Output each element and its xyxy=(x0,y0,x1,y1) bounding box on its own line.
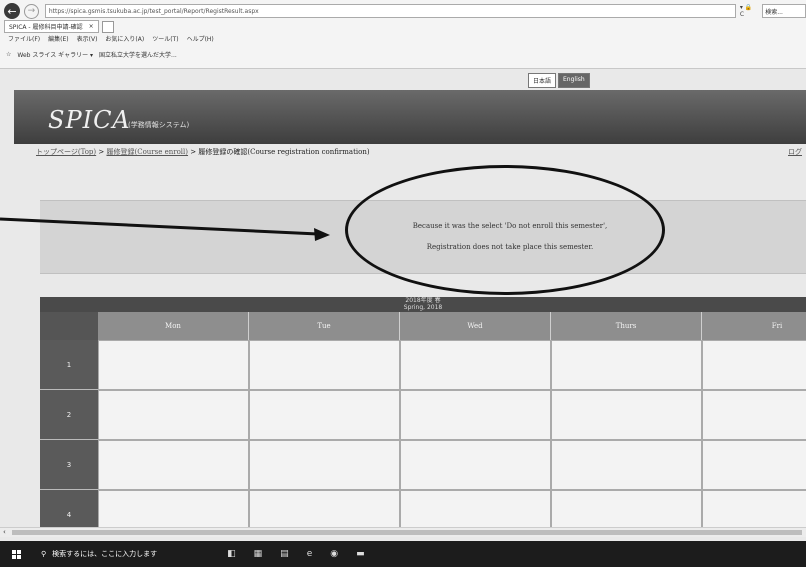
day-header-fri: Fri xyxy=(702,312,806,340)
breadcrumb: トップページ(Top) > 履修登録(Course enroll) > 履修登録… xyxy=(36,148,370,156)
timetable-title: 2018年度 春 Spring, 2018 xyxy=(40,297,806,312)
app-icon-1[interactable]: ▦ xyxy=(254,549,263,559)
timetable-cell[interactable] xyxy=(702,390,806,440)
breadcrumb-course-enroll[interactable]: 履修登録(Course enroll) xyxy=(106,148,188,156)
period-3: 3 xyxy=(40,440,98,490)
timetable-cell[interactable] xyxy=(551,390,702,440)
app-icon-2[interactable]: ▤ xyxy=(280,549,289,559)
timetable-cell[interactable] xyxy=(702,490,806,527)
timetable-cell[interactable] xyxy=(400,440,551,490)
language-switch: 日本語 English xyxy=(528,73,590,88)
taskbar-search[interactable]: ⚲ 検索するには、ここに入力します xyxy=(41,549,157,559)
timetable-cell[interactable] xyxy=(551,340,702,390)
annotation-oval xyxy=(345,165,665,295)
spica-logo: SPICA xyxy=(48,106,131,134)
browser-chrome: ← → https://spica.gsmis.tsukuba.ac.jp/te… xyxy=(0,0,806,69)
browser-tab[interactable]: SPICA - 履修科目申請-確認 × xyxy=(4,20,99,33)
windows-start-icon[interactable] xyxy=(12,549,21,559)
timetable-cell[interactable] xyxy=(551,490,702,527)
explorer-icon[interactable]: ▬ xyxy=(356,549,365,559)
period-2: 2 xyxy=(40,390,98,440)
header-banner xyxy=(14,90,806,144)
timetable-cell[interactable] xyxy=(249,490,400,527)
timetable-cell[interactable] xyxy=(400,340,551,390)
timetable-cell[interactable] xyxy=(400,490,551,527)
horizontal-scrollbar[interactable]: ‹ xyxy=(0,527,806,537)
breadcrumb-current: 履修登録の確認(Course registration confirmation… xyxy=(198,148,370,156)
menu-bar: ファイル(F) 編集(E) 表示(V) お気に入り(A) ツール(T) ヘルプ(… xyxy=(0,34,806,43)
day-header-wed: Wed xyxy=(400,312,551,340)
menu-tools[interactable]: ツール(T) xyxy=(152,34,178,43)
arrow-left-icon: ← xyxy=(7,4,17,18)
address-controls[interactable]: ▾ 🔒 C xyxy=(740,4,758,18)
favorites-star-icon: ☆ xyxy=(6,51,12,58)
scroll-left-icon[interactable]: ‹ xyxy=(3,528,6,536)
timetable: 2018年度 春 Spring, 2018 Mon Tue Wed Thurs … xyxy=(40,297,806,527)
period-1: 1 xyxy=(40,340,98,390)
task-view-icon[interactable]: ◧ xyxy=(227,549,236,559)
favorite-web-slice[interactable]: Web スライス ギャラリー ▾ xyxy=(17,50,93,59)
scrollbar-thumb[interactable] xyxy=(12,530,802,535)
app-icon-3[interactable]: ◉ xyxy=(330,549,338,559)
logout-link[interactable]: ログ xyxy=(788,147,802,157)
edge-browser-icon[interactable]: e xyxy=(307,549,313,559)
timetable-corner xyxy=(40,312,98,340)
taskbar: ⚲ 検索するには、ここに入力します ◧ ▦ ▤ e ◉ ▬ xyxy=(0,541,806,567)
menu-help[interactable]: ヘルプ(H) xyxy=(187,34,214,43)
timetable-cell[interactable] xyxy=(249,340,400,390)
logo-subtitle: (学務情報システム) xyxy=(128,121,190,129)
day-header-mon: Mon xyxy=(98,312,249,340)
address-bar[interactable]: https://spica.gsmis.tsukuba.ac.jp/test_p… xyxy=(44,4,736,18)
breadcrumb-home[interactable]: トップページ(Top) xyxy=(36,148,96,156)
lang-english-button[interactable]: English xyxy=(558,73,590,88)
timetable-cell[interactable] xyxy=(702,340,806,390)
arrow-right-icon: → xyxy=(27,6,36,16)
timetable-cell[interactable] xyxy=(551,440,702,490)
browser-search-input[interactable]: 検索... xyxy=(762,4,806,18)
menu-favorites[interactable]: お気に入り(A) xyxy=(105,34,144,43)
favorite-university[interactable]: 国立私立大学を選んだ大学... xyxy=(99,50,177,59)
timetable-cell[interactable] xyxy=(249,440,400,490)
close-tab-icon[interactable]: × xyxy=(89,23,94,30)
day-header-thurs: Thurs xyxy=(551,312,702,340)
day-header-tue: Tue xyxy=(249,312,400,340)
timetable-cell[interactable] xyxy=(98,490,249,527)
search-icon: ⚲ xyxy=(41,550,47,558)
timetable-cell[interactable] xyxy=(249,390,400,440)
favorites-bar: ☆ Web スライス ギャラリー ▾ 国立私立大学を選んだ大学... xyxy=(0,50,806,59)
annotation-arrow xyxy=(0,217,330,241)
menu-file[interactable]: ファイル(F) xyxy=(8,34,40,43)
menu-view[interactable]: 表示(V) xyxy=(77,34,98,43)
timetable-cell[interactable] xyxy=(400,390,551,440)
back-button[interactable]: ← xyxy=(4,3,20,19)
forward-button[interactable]: → xyxy=(23,3,39,19)
timetable-cell[interactable] xyxy=(702,440,806,490)
menu-edit[interactable]: 編集(E) xyxy=(48,34,68,43)
new-tab-button[interactable] xyxy=(101,20,114,33)
timetable-cell[interactable] xyxy=(98,440,249,490)
timetable-cell[interactable] xyxy=(98,390,249,440)
timetable-cell[interactable] xyxy=(98,340,249,390)
period-4: 4 xyxy=(40,490,98,527)
lang-japanese-button[interactable]: 日本語 xyxy=(528,73,557,88)
